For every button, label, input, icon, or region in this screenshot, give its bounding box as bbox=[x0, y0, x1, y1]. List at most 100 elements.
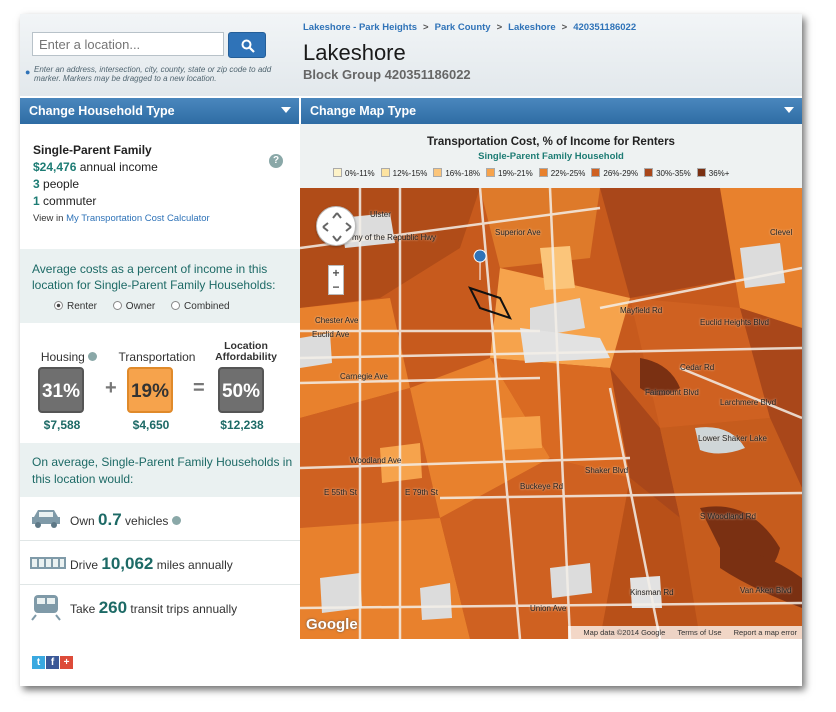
breadcrumb: Lakeshore - Park Heights > Park County > Lak… bbox=[303, 22, 637, 33]
breadcrumb-blockgroup[interactable]: 420351186022 bbox=[573, 22, 636, 33]
car-icon bbox=[32, 510, 60, 528]
street-label: Buckeye Rd bbox=[520, 482, 564, 491]
street-label: Van Aken Blvd bbox=[740, 586, 792, 595]
street-label: Shaker Blvd bbox=[585, 466, 629, 475]
header: ● Enter an address, intersection, city, … bbox=[20, 14, 802, 96]
commuter-value: 1 bbox=[33, 194, 40, 208]
legend-label: 22%-25% bbox=[550, 169, 586, 178]
average-costs-section: Average costs as a percent of income in … bbox=[20, 249, 300, 323]
odometer-icon bbox=[30, 557, 66, 569]
household-summary: Single-Parent Family $24,476 annual inco… bbox=[33, 142, 210, 227]
chevron-down-icon bbox=[281, 107, 291, 113]
legend-swatch bbox=[644, 168, 654, 177]
people-value: 3 bbox=[33, 177, 40, 191]
miles-stat: Drive 10,062 miles annually bbox=[20, 541, 300, 585]
household-panel: Single-Parent Family $24,476 annual inco… bbox=[20, 124, 300, 639]
pan-control[interactable] bbox=[316, 206, 356, 246]
people-label: people bbox=[43, 177, 80, 191]
street-label: Larchmere Blvd bbox=[720, 398, 777, 407]
legend-swatch bbox=[433, 168, 443, 177]
street-label: Lower Shaker Lake bbox=[698, 434, 767, 443]
street-label: Mayfield Rd bbox=[620, 306, 663, 315]
street-label: E 79th St bbox=[405, 488, 438, 497]
change-map-type-dropdown[interactable]: Change Map Type bbox=[301, 98, 802, 124]
twitter-icon[interactable]: t bbox=[32, 656, 45, 669]
map-title: Transportation Cost, % of Income for Ren… bbox=[427, 136, 675, 148]
info-icon[interactable] bbox=[88, 352, 98, 361]
calculator-link[interactable]: My Transportation Cost Calculator bbox=[66, 213, 210, 224]
legend-label: 36%+ bbox=[708, 169, 730, 178]
map-panel: Transportation Cost, % of Income for Ren… bbox=[300, 124, 802, 639]
terms-of-use-link[interactable]: Terms of Use bbox=[677, 628, 721, 637]
legend-swatch bbox=[333, 168, 342, 177]
legend-item: 36%+ bbox=[696, 168, 730, 178]
view-in-text: View in bbox=[33, 213, 64, 224]
legend-label: 19%-21% bbox=[498, 169, 533, 178]
google-logo: Google bbox=[306, 616, 358, 633]
on-average-section: On average, Single-Parent Family Househo… bbox=[20, 443, 300, 497]
search-button[interactable] bbox=[228, 32, 266, 58]
zoom-in-button[interactable]: + bbox=[329, 266, 343, 280]
google-plus-icon[interactable]: + bbox=[60, 656, 73, 669]
household-type: Single-Parent Family bbox=[33, 143, 152, 157]
housing-label: Housing bbox=[38, 350, 100, 364]
street-label: Chester Ave bbox=[315, 316, 359, 325]
location-search-input[interactable] bbox=[32, 32, 224, 56]
marker-pin-icon: ● bbox=[25, 67, 31, 77]
legend-swatch bbox=[380, 168, 390, 177]
map-canvas[interactable] bbox=[300, 188, 802, 639]
radio-owner[interactable]: Owner bbox=[112, 301, 155, 312]
zoom-control: + − bbox=[328, 265, 344, 295]
transportation-label: Transportation bbox=[118, 350, 196, 364]
legend-item: 30%-35% bbox=[644, 168, 691, 178]
legend-swatch bbox=[591, 168, 601, 177]
legend-item: 12%-15% bbox=[380, 168, 428, 178]
on-average-text: On average, Single-Parent Family Househo… bbox=[32, 455, 293, 486]
legend-label: 0%-11% bbox=[345, 169, 375, 178]
page-subtitle: Block Group 420351186022 bbox=[303, 67, 471, 82]
help-question-icon[interactable]: ? bbox=[269, 154, 283, 168]
map-legend-area: Transportation Cost, % of Income for Ren… bbox=[300, 124, 802, 188]
pan-arrows-icon bbox=[322, 212, 352, 242]
vehicles-stat: Own 0.7 vehicles bbox=[20, 497, 300, 541]
street-label: Ulster bbox=[370, 210, 391, 219]
change-household-type-dropdown[interactable]: Change Household Type bbox=[20, 98, 299, 124]
street-label: Woodland Ave bbox=[350, 456, 402, 465]
choropleth-map[interactable]: Grand Army of the Republic Hwy Chester A… bbox=[300, 188, 802, 639]
housing-amount: $7,588 bbox=[43, 418, 81, 432]
facebook-icon[interactable]: f bbox=[46, 656, 59, 669]
breadcrumb-neighborhood[interactable]: Lakeshore - Park Heights bbox=[303, 22, 417, 33]
legend-item: 22%-25% bbox=[538, 168, 586, 178]
breadcrumb-county[interactable]: Park County bbox=[435, 22, 491, 33]
miles-value: 10,062 bbox=[101, 554, 154, 573]
vehicles-value: 0.7 bbox=[98, 510, 122, 529]
report-map-error-link[interactable]: Report a map error bbox=[734, 628, 797, 637]
household-dropdown-label: Change Household Type bbox=[29, 104, 175, 118]
legend-swatch bbox=[696, 168, 706, 177]
radio-combined[interactable]: Combined bbox=[171, 301, 230, 312]
transportation-percent: 19% bbox=[127, 367, 173, 413]
train-icon bbox=[31, 595, 61, 621]
chevron-down-icon bbox=[784, 107, 794, 113]
zoom-out-button[interactable]: − bbox=[329, 280, 343, 294]
location-affordability-label: Location Affordability bbox=[215, 340, 277, 363]
social-share: t f + bbox=[32, 652, 74, 670]
breadcrumb-city[interactable]: Lakeshore bbox=[508, 22, 556, 33]
street-label: S Woodland Rd bbox=[700, 512, 756, 521]
cost-breakdown: Housing Transportation Location Affordabi… bbox=[20, 323, 300, 443]
search-help-text: Enter an address, intersection, city, co… bbox=[34, 65, 272, 83]
equals-sign: = bbox=[193, 377, 205, 399]
income-value: $24,476 bbox=[33, 160, 77, 174]
legend-item: 16%-18% bbox=[433, 168, 480, 178]
street-label: Clevel bbox=[770, 228, 793, 237]
legend-swatch bbox=[486, 168, 496, 177]
legend-item: 26%-29% bbox=[591, 168, 638, 178]
map-subtitle: Single-Parent Family Household bbox=[478, 151, 624, 162]
legend-label: 12%-15% bbox=[392, 169, 428, 178]
info-icon[interactable] bbox=[171, 516, 181, 525]
radio-renter[interactable]: Renter bbox=[54, 301, 97, 312]
street-label: Euclid Ave bbox=[312, 330, 350, 339]
search-icon bbox=[241, 39, 255, 53]
app-window: ● Enter an address, intersection, city, … bbox=[20, 14, 802, 686]
legend-label: 16%-18% bbox=[445, 169, 481, 178]
